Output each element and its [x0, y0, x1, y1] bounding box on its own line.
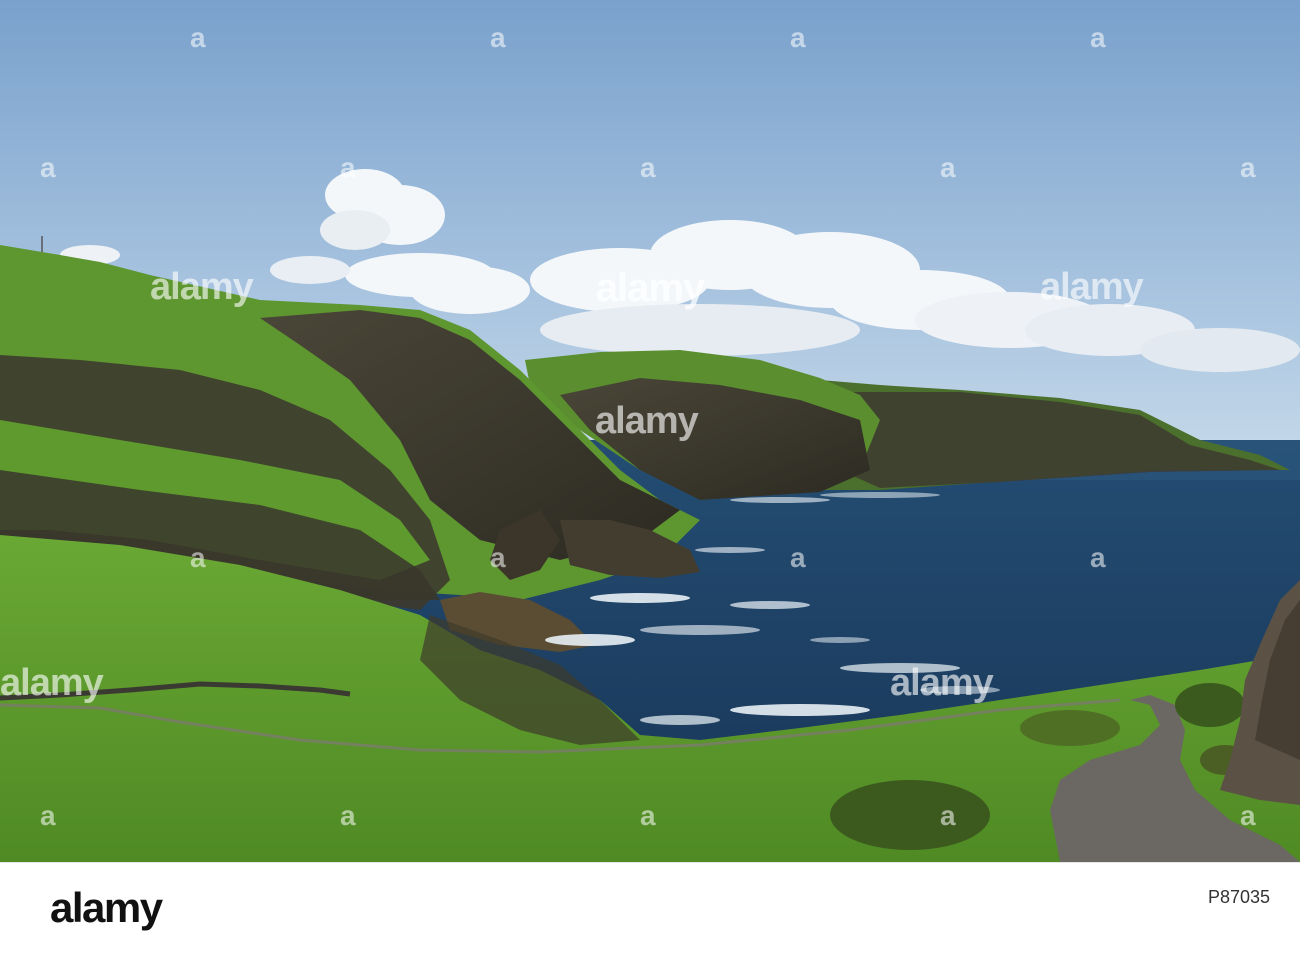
- coastal-scene: [0, 0, 1300, 862]
- footer-bar: alamy P87035: [0, 862, 1300, 953]
- image-id: P87035: [1207, 887, 1270, 907]
- alamy-logo[interactable]: alamy: [50, 885, 163, 931]
- landscape-photo: [0, 0, 1300, 862]
